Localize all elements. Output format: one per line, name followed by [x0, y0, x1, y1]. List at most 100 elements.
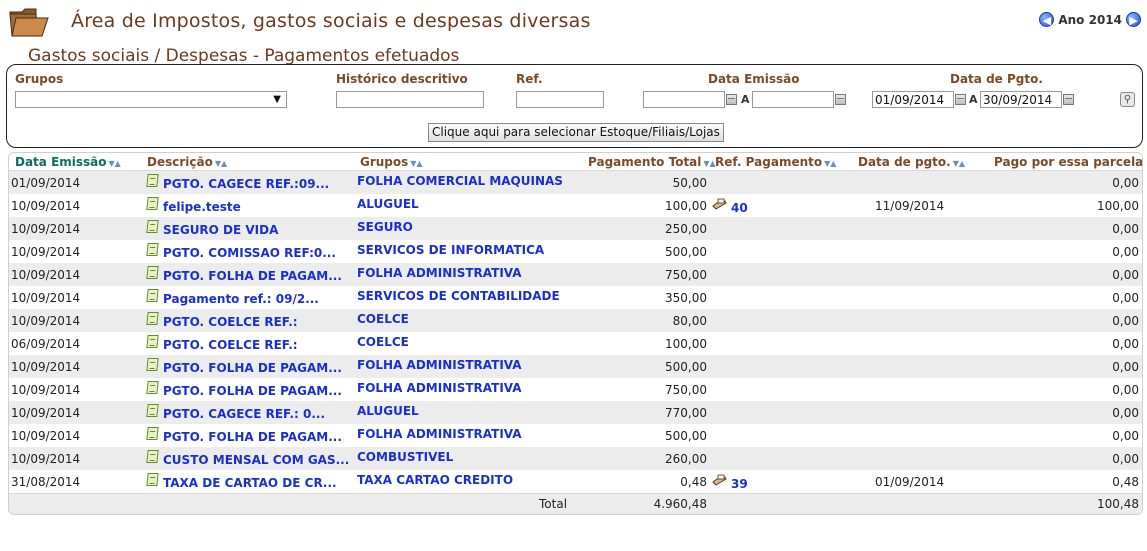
document-icon[interactable] — [146, 266, 159, 279]
pagamento-total-cell: 100,00 — [665, 337, 707, 351]
ref-pagamento-link[interactable]: 40 — [731, 201, 748, 215]
sort-icon[interactable]: ▼▲ — [953, 159, 965, 168]
descricao-link[interactable]: SEGURO DE VIDA — [163, 223, 278, 237]
document-icon[interactable] — [146, 197, 159, 210]
select-estoque-button[interactable]: Clique aqui para selecionar Estoque/Fili… — [428, 123, 724, 142]
table-row[interactable]: 01/09/2014 PGTO. CAGECE REF.:09... FOLHA C… — [9, 171, 1142, 194]
pago-parcela-cell: 0,00 — [1112, 245, 1139, 259]
descricao-link[interactable]: PGTO. FOLHA DE PAGAM... — [163, 361, 342, 375]
arrow-left-icon[interactable]: ◀ — [1039, 12, 1055, 27]
document-icon[interactable] — [146, 220, 159, 233]
calendar-icon[interactable] — [835, 94, 846, 105]
grupo-link[interactable]: TAXA CARTAO CREDITO — [357, 473, 513, 487]
descricao-link[interactable]: CUSTO MENSAL COM GAS... — [163, 453, 349, 467]
table-row[interactable]: 10/09/2014 PGTO. COELCE REF.: COELCE 80,00 0… — [9, 309, 1142, 332]
pago-parcela-cell: 0,00 — [1112, 452, 1139, 466]
descricao-link[interactable]: PGTO. COELCE REF.: — [163, 338, 298, 352]
calendar-icon[interactable] — [726, 94, 737, 105]
descricao-link[interactable]: PGTO. FOLHA DE PAGAM... — [163, 269, 342, 283]
col-data-pgto[interactable]: Data de pgto. ▼▲ — [858, 155, 965, 169]
grupo-link[interactable]: FOLHA ADMINISTRATIVA — [357, 427, 522, 441]
col-descricao[interactable]: Descrição ▼▲ — [147, 155, 227, 169]
sort-icon[interactable]: ▼▲ — [109, 159, 121, 168]
descricao-link[interactable]: PGTO. CAGECE REF.: 0... — [163, 407, 325, 421]
data-pgto-to-input[interactable] — [980, 91, 1062, 108]
document-icon[interactable] — [146, 243, 159, 256]
sort-icon[interactable]: ▼▲ — [703, 159, 715, 168]
table-row[interactable]: 10/09/2014 PGTO. FOLHA DE PAGAM... FOLHA A… — [9, 263, 1142, 286]
data-pgto-from-input[interactable] — [872, 91, 954, 108]
grupo-link[interactable]: SEGURO — [357, 220, 413, 234]
grupo-link[interactable]: COMBUSTIVEL — [357, 450, 453, 464]
document-icon[interactable] — [146, 404, 159, 417]
grupo-link[interactable]: SERVICOS DE CONTABILIDADE — [357, 289, 560, 303]
data-emissao-cell: 10/09/2014 — [11, 268, 81, 282]
descricao-link[interactable]: Pagamento ref.: 09/2... — [163, 292, 319, 306]
data-emissao-cell: 10/09/2014 — [11, 291, 81, 305]
grupo-link[interactable]: FOLHA ADMINISTRATIVA — [357, 266, 522, 280]
descricao-link[interactable]: felipe.teste — [163, 200, 241, 214]
table-row[interactable]: 10/09/2014 felipe.teste ALUGUEL 100,00 40 11/… — [9, 194, 1142, 217]
col-data-emissao[interactable]: Data Emissão ▼▲ — [15, 155, 121, 169]
table-row[interactable]: 10/09/2014 PGTO. CAGECE REF.: 0... ALUGUEL… — [9, 401, 1142, 424]
ref-input[interactable] — [516, 91, 604, 108]
table-row[interactable]: 10/09/2014 PGTO. COMISSAO REF:0... SERVICO… — [9, 240, 1142, 263]
grupo-link[interactable]: SERVICOS DE INFORMATICA — [357, 243, 544, 257]
document-icon[interactable] — [146, 450, 159, 463]
search-icon[interactable]: ⚲ — [1120, 92, 1135, 107]
col-ref-pagamento[interactable]: Ref. Pagamento ▼▲ — [715, 155, 836, 169]
table-row[interactable]: 06/09/2014 PGTO. COELCE REF.: COELCE 100,00… — [9, 332, 1142, 355]
table-row[interactable]: 10/09/2014 PGTO. FOLHA DE PAGAM... FOLHA A… — [9, 424, 1142, 447]
document-icon[interactable] — [146, 335, 159, 348]
historico-input[interactable] — [336, 91, 484, 108]
calendar-icon[interactable] — [955, 94, 966, 105]
descricao-link[interactable]: PGTO. COMISSAO REF:0... — [163, 246, 336, 260]
document-icon[interactable] — [146, 289, 159, 302]
data-emissao-to-input[interactable] — [752, 91, 834, 108]
grupo-link[interactable]: FOLHA COMERCIAL MAQUINAS — [357, 174, 563, 188]
document-icon[interactable] — [146, 312, 159, 325]
document-icon[interactable] — [146, 473, 159, 486]
pago-parcela-cell: 0,00 — [1112, 360, 1139, 374]
grupos-select[interactable]: ▼ — [15, 91, 287, 108]
data-emissao-cell: 10/09/2014 — [11, 452, 81, 466]
filter-panel: Grupos ▼ Histórico descritivo Ref. Data … — [6, 64, 1143, 148]
descricao-link[interactable]: PGTO. FOLHA DE PAGAM... — [163, 384, 342, 398]
col-pagamento-total[interactable]: Pagamento Total ▼▲ — [588, 155, 716, 169]
table-row[interactable]: 10/09/2014 PGTO. FOLHA DE PAGAM... FOLHA A… — [9, 378, 1142, 401]
data-emissao-from-input[interactable] — [643, 91, 725, 108]
arrow-right-icon[interactable]: ▶ — [1126, 12, 1141, 27]
descricao-link[interactable]: PGTO. FOLHA DE PAGAM... — [163, 430, 342, 444]
col-grupos[interactable]: Grupos ▼▲ — [360, 155, 423, 169]
payment-hand-icon[interactable] — [712, 474, 727, 486]
table-row[interactable]: 10/09/2014 PGTO. FOLHA DE PAGAM... FOLHA A… — [9, 355, 1142, 378]
sort-icon[interactable]: ▼▲ — [410, 159, 422, 168]
table-row[interactable]: 10/09/2014 CUSTO MENSAL COM GAS... COMBUST… — [9, 447, 1142, 470]
grupo-link[interactable]: FOLHA ADMINISTRATIVA — [357, 381, 522, 395]
data-pgto-label: Data de Pgto. — [950, 72, 1043, 86]
sort-icon[interactable]: ▼▲ — [215, 159, 227, 168]
descricao-link[interactable]: PGTO. COELCE REF.: — [163, 315, 298, 329]
calendar-icon[interactable] — [1063, 94, 1074, 105]
sort-icon[interactable]: ▼▲ — [824, 159, 836, 168]
table-row[interactable]: 10/09/2014 Pagamento ref.: 09/2... SERVICO… — [9, 286, 1142, 309]
payment-hand-icon[interactable] — [712, 198, 727, 210]
table-row[interactable]: 31/08/2014 TAXA DE CARTAO DE CR... TAXA CA… — [9, 470, 1142, 493]
grupo-link[interactable]: ALUGUEL — [357, 197, 419, 211]
ref-pagamento-link[interactable]: 39 — [731, 477, 748, 491]
document-icon[interactable] — [146, 174, 159, 187]
grupo-link[interactable]: COELCE — [357, 335, 409, 349]
table-row[interactable]: 10/09/2014 SEGURO DE VIDA SEGURO 250,00 0,00 — [9, 217, 1142, 240]
document-icon[interactable] — [146, 358, 159, 371]
col-pago-parcela[interactable]: Pago por essa parcela▼▲ — [994, 155, 1142, 169]
range-separator: A — [969, 93, 978, 106]
document-icon[interactable] — [146, 381, 159, 394]
data-emissao-cell: 10/09/2014 — [11, 360, 81, 374]
grupo-link[interactable]: FOLHA ADMINISTRATIVA — [357, 358, 522, 372]
document-icon[interactable] — [146, 427, 159, 440]
descricao-link[interactable]: TAXA DE CARTAO DE CR... — [163, 476, 337, 490]
historico-label: Histórico descritivo — [336, 72, 468, 86]
descricao-link[interactable]: PGTO. CAGECE REF.:09... — [163, 177, 329, 191]
grupo-link[interactable]: ALUGUEL — [357, 404, 419, 418]
grupo-link[interactable]: COELCE — [357, 312, 409, 326]
